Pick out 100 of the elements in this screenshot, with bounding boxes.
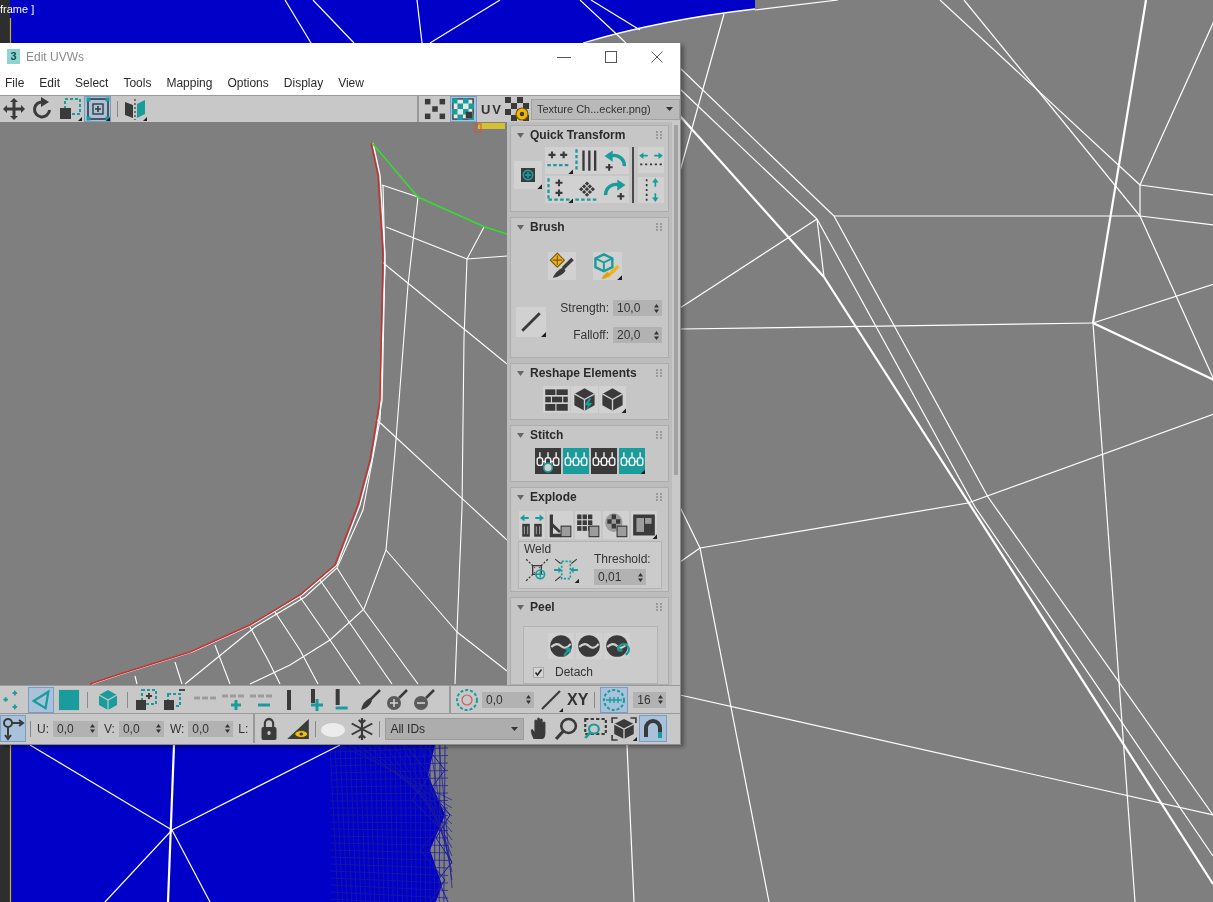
mode-toggle-button[interactable] [0, 715, 26, 742]
menu-item[interactable]: File [5, 75, 25, 90]
collapse-triangle-icon[interactable] [517, 131, 524, 139]
brush-icon[interactable] [358, 687, 382, 712]
dashed-box-magnifier-icon[interactable] [582, 716, 609, 741]
collapse-triangle-icon[interactable] [517, 369, 524, 377]
grip-dots-icon[interactable] [656, 131, 662, 139]
brick-wall-icon[interactable] [543, 386, 570, 413]
snap-value-spinner[interactable]: 16 [633, 691, 667, 708]
grip-dots-icon[interactable] [656, 603, 662, 611]
coordinate-label: U: [37, 721, 49, 736]
rotate-right-icon[interactable] [601, 176, 629, 203]
stitch-target-icon[interactable] [535, 448, 561, 474]
scrollbar-thumb[interactable] [674, 125, 678, 475]
rotate-left-icon[interactable] [601, 147, 629, 174]
caret-icon[interactable] [666, 107, 673, 111]
snowflake-icon[interactable] [349, 716, 376, 741]
menu-item[interactable]: View [338, 75, 364, 90]
collapse-triangle-icon[interactable] [517, 223, 524, 231]
rollout-title[interactable]: Quick Transform [530, 128, 626, 142]
collapse-triangle-icon[interactable] [517, 431, 524, 439]
rollout-title[interactable]: Reshape Elements [530, 366, 637, 380]
spinner-arrows-icon[interactable] [155, 724, 161, 733]
coordinate-spinner[interactable]: 0,0 [118, 720, 164, 737]
menu-item[interactable]: Mapping [166, 75, 213, 90]
menu-item[interactable]: Tools [123, 75, 152, 90]
magnifier-icon[interactable] [554, 716, 580, 741]
vertical-bars-icon[interactable] [573, 147, 601, 174]
brush-minus-icon[interactable] [412, 687, 436, 712]
grip-dots-icon[interactable] [656, 369, 662, 377]
rollout-title[interactable]: Explode [530, 490, 577, 504]
tile-grid-icon[interactable] [575, 511, 601, 539]
axis-button[interactable]: XY [567, 690, 589, 709]
collapse-triangle-icon[interactable] [517, 603, 524, 611]
cube-lightning-icon[interactable] [571, 386, 598, 413]
coordinate-label: W: [169, 721, 185, 736]
spinner-arrows-icon[interactable] [654, 330, 659, 340]
weld-label: Weld [524, 542, 553, 556]
threshold-label: Threshold: [594, 552, 651, 566]
maximize-icon[interactable] [605, 50, 617, 63]
close-icon[interactable] [651, 50, 663, 63]
threshold-spinner[interactable]: 0,01 [594, 569, 646, 585]
detach-label: Detach [555, 665, 594, 679]
rollout-title[interactable]: Brush [530, 220, 565, 234]
rollout-title[interactable]: Stitch [530, 428, 564, 442]
corner-grid-icon[interactable] [547, 511, 573, 539]
checker-tiles-toggle-button[interactable] [449, 96, 477, 122]
uv-button[interactable]: UV [480, 101, 503, 117]
shrink-selection-icon[interactable] [162, 687, 186, 712]
spinner-arrows-icon[interactable] [225, 724, 231, 733]
spinner-arrows-icon[interactable] [658, 695, 664, 704]
checker-gear-icon[interactable] [505, 97, 529, 121]
weld-arrows-icon[interactable] [553, 557, 579, 583]
checker-icon[interactable] [423, 98, 446, 120]
spinner-arrows-icon[interactable] [638, 572, 643, 582]
spinner-arrows-icon[interactable] [654, 303, 659, 313]
grow-selection-icon[interactable] [134, 687, 158, 712]
spinner-arrows-icon[interactable] [526, 695, 531, 704]
sphere-undo-icon[interactable] [604, 633, 630, 659]
value-spinner[interactable]: 20,0 [613, 327, 662, 343]
explode-arrows-icon[interactable] [519, 511, 545, 539]
sphere-arrow-icon[interactable] [548, 633, 574, 659]
grip-dots-icon[interactable] [656, 493, 662, 501]
square-plus-icon[interactable] [514, 161, 542, 189]
detach-checkbox[interactable] [533, 666, 544, 678]
collapse-triangle-icon[interactable] [517, 493, 524, 501]
field-label: Strength: [560, 301, 609, 315]
id-filter-dropdown[interactable]: All IDs [385, 717, 525, 740]
handle-bar-icon[interactable] [474, 123, 505, 133]
spinner-arrows-icon[interactable] [90, 724, 95, 733]
grip-dots-icon[interactable] [656, 223, 662, 231]
caret-icon[interactable] [511, 726, 519, 731]
brush-plus-icon[interactable] [385, 687, 409, 712]
menu-item[interactable]: Options [227, 75, 269, 90]
plus-dashed-corner-icon[interactable] [545, 176, 573, 203]
value-spinner[interactable]: 10,0 [613, 300, 662, 316]
soft-selection-spinner[interactable]: 0,0 [482, 691, 534, 708]
weld-target-icon[interactable] [524, 557, 550, 583]
lock-icon[interactable] [259, 716, 280, 741]
scrollbar[interactable] [672, 122, 680, 685]
panel-grid-icon[interactable] [631, 511, 657, 539]
rollout-title[interactable]: Peel [530, 600, 555, 614]
mirror-icon[interactable] [123, 97, 147, 121]
freeform-tool-button[interactable] [84, 96, 111, 122]
menu-item[interactable]: Display [283, 75, 324, 90]
menu-item[interactable]: Edit [39, 75, 61, 90]
vertical-arrows-icon[interactable] [638, 177, 664, 203]
stitch-icon[interactable] [591, 448, 617, 474]
cube-corners-icon[interactable] [611, 716, 638, 741]
texture-dropdown[interactable]: Texture Ch...ecker.png) [531, 98, 680, 120]
move-brush-icon[interactable] [548, 252, 576, 280]
bar-minus-icon[interactable] [333, 687, 349, 712]
diagonal-line-icon[interactable] [539, 687, 563, 712]
grip-dots-icon[interactable] [656, 431, 662, 439]
coordinate-spinner[interactable]: 0,0 [188, 720, 234, 737]
coordinate-spinner[interactable]: 0,0 [53, 720, 98, 737]
cube-icon[interactable] [599, 386, 626, 413]
sphere-icon[interactable] [576, 633, 602, 659]
eye-triangle-icon[interactable] [285, 716, 312, 741]
menu-item[interactable]: Select [75, 75, 109, 90]
